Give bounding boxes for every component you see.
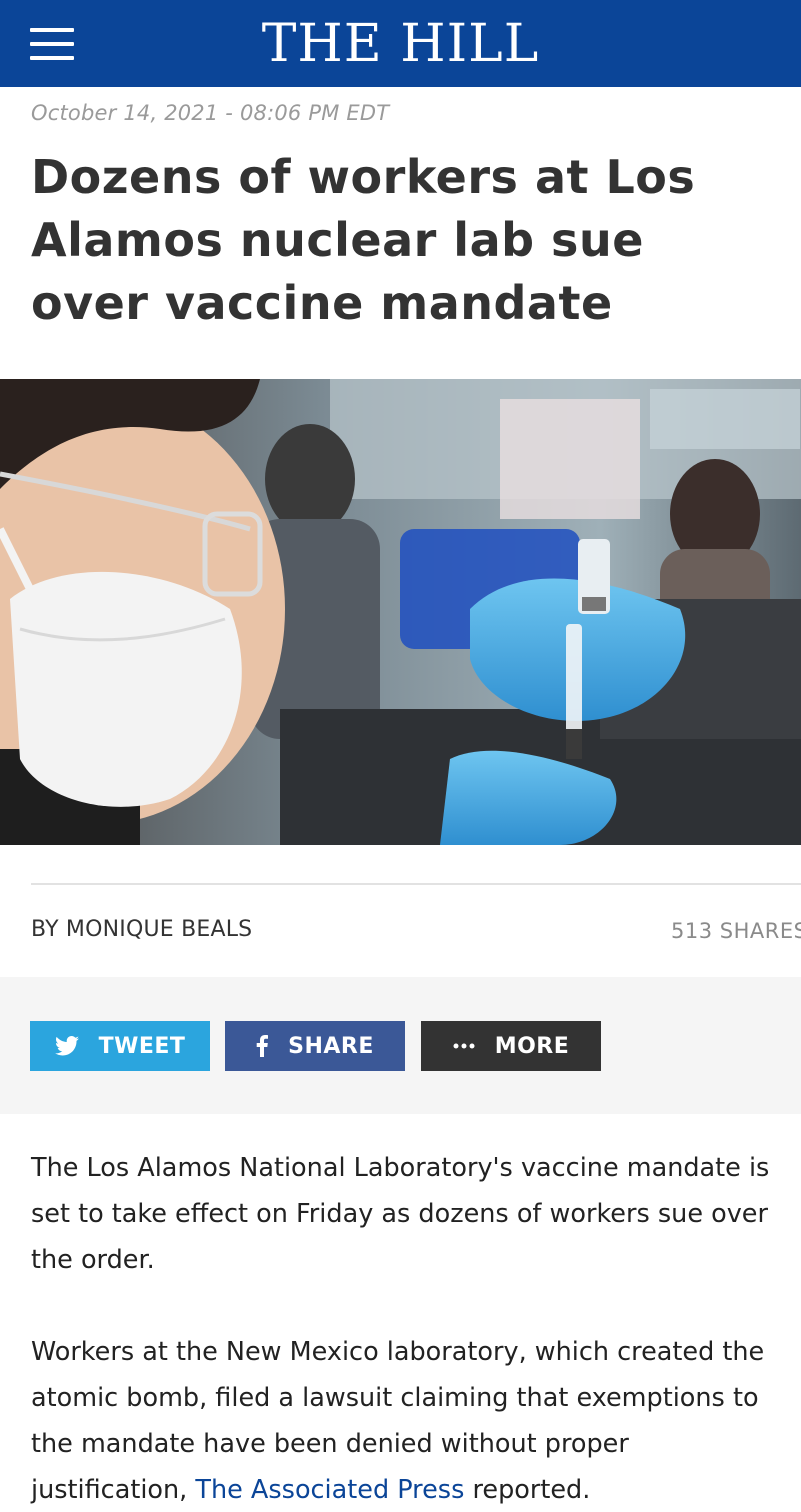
more-button[interactable]: MORE — [421, 1021, 601, 1071]
paragraph-1: The Los Alamos National Laboratory's vac… — [31, 1153, 770, 1275]
paragraph-2-tail: reported. — [464, 1475, 591, 1505]
facebook-f-icon — [256, 1035, 269, 1057]
ellipsis-icon — [453, 1043, 475, 1049]
hero-image[interactable] — [0, 379, 801, 845]
tweet-button[interactable]: TWEET — [30, 1021, 210, 1071]
site-logo[interactable]: THE HILL — [0, 12, 801, 76]
twitter-bird-icon — [54, 1036, 79, 1056]
associated-press-link[interactable]: The Associated Press — [195, 1475, 464, 1505]
tweet-label: TWEET — [98, 1033, 186, 1059]
facebook-share-button[interactable]: SHARE — [225, 1021, 405, 1071]
share-label: SHARE — [288, 1033, 374, 1059]
share-count: 513 SHARES — [671, 919, 801, 943]
site-header: THE HILL — [0, 0, 801, 87]
article-headline: Dozens of workers at Los Alamos nuclear … — [31, 150, 696, 330]
divider — [31, 883, 801, 885]
article-byline[interactable]: BY MONIQUE BEALS — [31, 917, 252, 942]
paragraph-2: Workers at the New Mexico laboratory, wh… — [31, 1329, 781, 1512]
share-bar: TWEET SHARE MORE — [0, 977, 801, 1114]
article-body: The Los Alamos National Laboratory's vac… — [31, 1145, 781, 1512]
article-dateline: October 14, 2021 - 08:06 PM EDT — [31, 101, 390, 125]
more-label: MORE — [494, 1033, 570, 1059]
